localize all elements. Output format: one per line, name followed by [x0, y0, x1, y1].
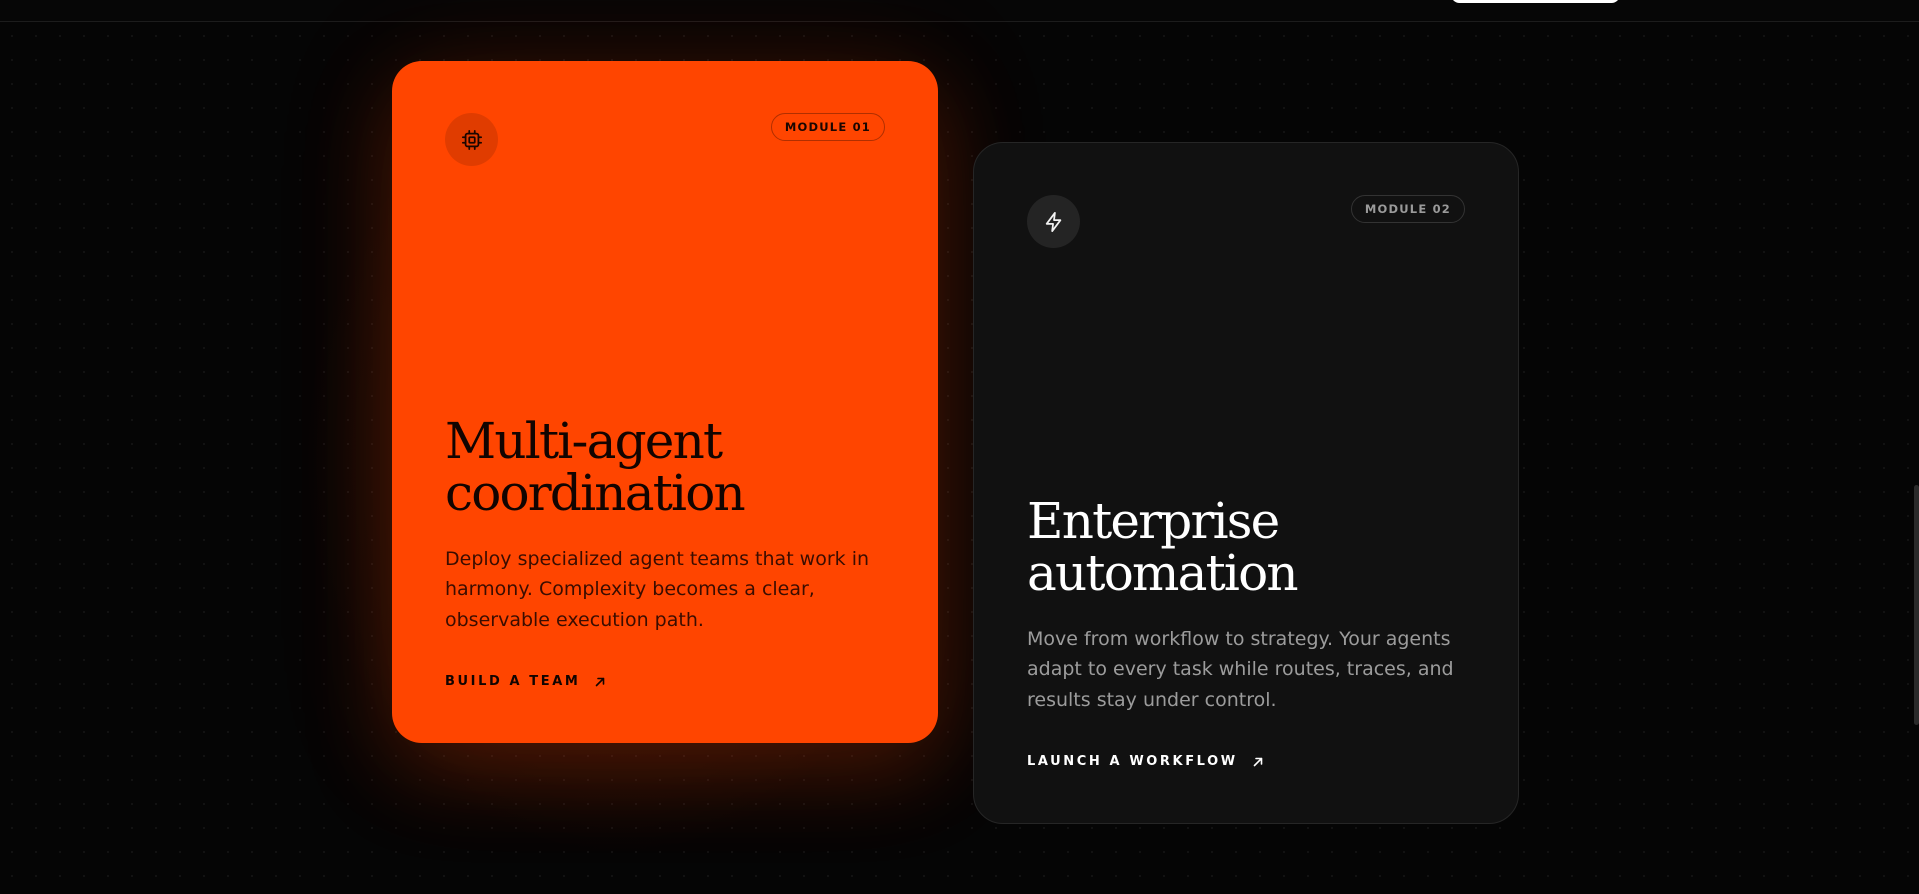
- cta-label: BUILD A TEAM: [445, 674, 581, 689]
- arrow-up-right-icon: [1252, 756, 1264, 768]
- card-description: Deploy specialized agent teams that work…: [445, 547, 870, 631]
- module-badge: MODULE 01: [770, 113, 885, 141]
- scrollbar-thumb[interactable]: [1914, 485, 1919, 725]
- top-nav-bar: [0, 0, 1919, 22]
- module-card-enterprise[interactable]: MODULE 02 Enterprise automation Move fro…: [973, 142, 1519, 824]
- lightning-bolt-icon: [1027, 195, 1080, 248]
- arrow-up-right-icon: [594, 676, 606, 688]
- card-title-line-2: automation: [1027, 543, 1299, 602]
- card-title-line-2: coordination: [445, 463, 746, 522]
- card-title-line-1: Enterprise: [1027, 491, 1280, 550]
- cpu-chip-icon: [445, 113, 498, 166]
- module-badge: MODULE 02: [1350, 195, 1465, 223]
- card-description: Move from workflow to strategy. Your age…: [1027, 627, 1454, 711]
- card-content: Enterprise automation Move from workflow…: [1027, 495, 1478, 770]
- build-a-team-link[interactable]: BUILD A TEAM: [445, 674, 606, 689]
- nav-cta-button[interactable]: [1451, 0, 1620, 3]
- card-content: Multi-agent coordination Deploy speciali…: [445, 415, 898, 690]
- launch-a-workflow-link[interactable]: LAUNCH A WORKFLOW: [1027, 754, 1264, 769]
- module-card-multi-agent[interactable]: MODULE 01 Multi-agent coordination Deplo…: [392, 61, 938, 743]
- card-title: Multi-agent coordination: [445, 415, 898, 519]
- card-title-line-1: Multi-agent: [445, 411, 723, 470]
- card-title: Enterprise automation: [1027, 495, 1478, 599]
- cta-label: LAUNCH A WORKFLOW: [1027, 754, 1238, 769]
